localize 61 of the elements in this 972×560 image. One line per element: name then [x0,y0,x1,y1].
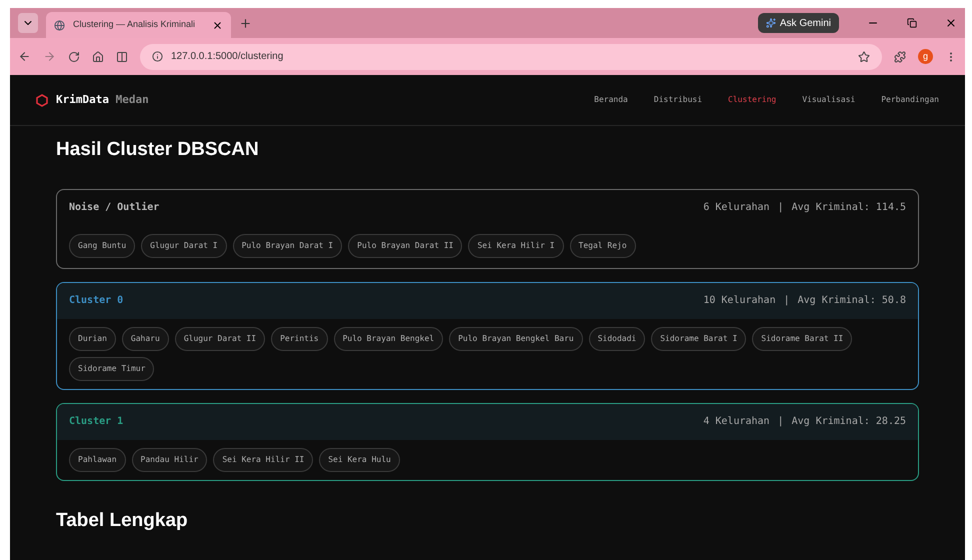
back-icon[interactable] [18,50,31,63]
restore-icon[interactable] [907,18,917,28]
globe-icon [54,20,65,30]
avg-kriminal: Avg Kriminal: 114.5 [792,201,906,215]
kelurahan-tag: Sidorame Timur [69,356,154,380]
extensions-icon[interactable] [894,50,906,62]
profile-avatar[interactable]: g [918,49,933,64]
kelurahan-tag: Gang Buntu [69,234,136,258]
kelurahan-tag: Sidodadi [588,326,646,350]
separator: | [778,201,784,215]
new-tab-icon[interactable] [239,16,252,30]
kelurahan-tag: Durian [69,326,116,350]
reload-icon[interactable] [68,50,80,62]
url-text: 127.0.0.1:5000/clustering [171,50,284,64]
section-heading: Hasil Cluster DBSCAN [56,138,260,162]
cluster-title: Cluster 0 [69,294,124,308]
nav-link[interactable]: Distribusi [654,94,702,106]
kelurahan-tag: Sidorame Barat II [752,326,852,350]
nav-link[interactable]: Clustering [728,94,776,106]
kelurahan-count: 10 Kelurahan [703,294,776,308]
cluster-title: Noise / Outlier [69,200,160,215]
kelurahan-tag: Pulo Brayan Bengkel Baru [449,326,583,350]
kelurahan-tag: Glugur Darat II [174,326,266,350]
kelurahan-tag: Pahlawan [69,448,126,472]
kelurahan-tag: Glugur Darat I [141,234,227,258]
avg-kriminal: Avg Kriminal: 50.8 [798,294,906,308]
hexagon-icon [36,94,48,106]
kelurahan-tag: Sei Kera Hulu [319,448,400,472]
separator: | [778,415,784,429]
kelurahan-tag: Sei Kera Hilir I [468,234,564,258]
kelurahan-count: 4 Kelurahan [703,415,770,429]
kelurahan-tag: Pulo Brayan Darat I [232,234,342,258]
avg-kriminal: Avg Kriminal: 28.25 [792,415,906,429]
kelurahan-count: 6 Kelurahan [703,201,770,215]
kelurahan-tag: Pulo Brayan Darat II [348,234,462,258]
close-window-icon[interactable] [945,17,957,29]
kelurahan-tag: Tegal Rejo [570,234,636,258]
nav-link[interactable]: Perbandingan [881,94,939,106]
brand-name[interactable]: KrimData Medan [56,92,149,108]
sparkle-icon [766,18,776,28]
address-bar[interactable]: 127.0.0.1:5000/clustering [140,44,882,70]
nav-link[interactable]: Beranda [594,94,628,106]
split-view-icon[interactable] [116,50,128,62]
close-icon [212,20,223,30]
section-heading: Tabel Lengkap [56,508,189,532]
ask-gemini-button[interactable]: Ask Gemini [758,13,839,33]
tab-title: Clustering — Analisis Kriminali [73,18,196,32]
bookmark-star-icon [858,50,870,62]
separator: | [784,294,790,308]
kelurahan-tag: Sidorame Barat I [651,326,746,350]
info-icon [152,51,163,62]
nav-link[interactable]: Visualisasi [802,94,856,106]
kelurahan-tag: Gaharu [122,326,169,350]
kelurahan-tag: Pulo Brayan Bengkel [334,326,444,350]
browser-tab[interactable]: Clustering — Analisis Kriminali [46,12,231,38]
tab-search-button[interactable] [18,13,38,33]
cluster-title: Cluster 1 [69,415,124,429]
home-icon[interactable] [92,50,104,62]
kelurahan-tag: Sei Kera Hilir II [213,448,314,472]
kelurahan-tag: Pandau Hilir [132,448,208,472]
kelurahan-tag: Perintis [271,326,328,350]
